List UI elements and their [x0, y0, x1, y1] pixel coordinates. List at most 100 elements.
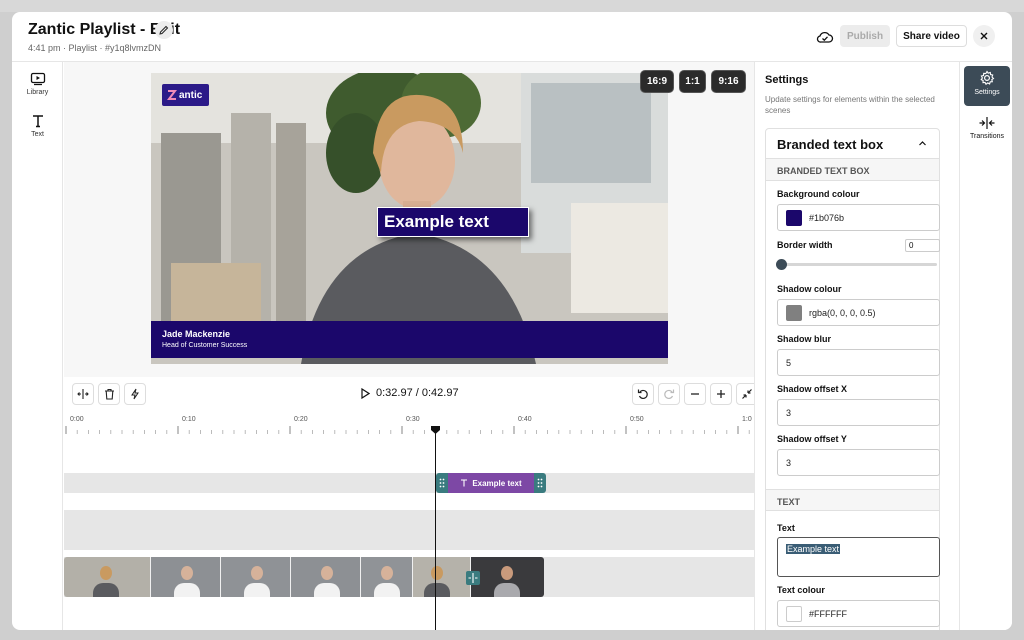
edit-title-button[interactable]: [155, 21, 173, 39]
split-icon: [77, 389, 89, 399]
playhead-line[interactable]: [435, 428, 437, 630]
branded-text-box-section: Branded text box BRANDED TEXT BOX Backgr…: [765, 128, 940, 630]
timeline-tracks: Example text: [64, 444, 754, 630]
video-thumbnail: [413, 557, 471, 597]
border-width-input[interactable]: 0: [905, 239, 940, 252]
library-icon: [30, 72, 45, 86]
redo-button[interactable]: [658, 383, 680, 405]
shadow-offset-y-input[interactable]: 3: [777, 449, 940, 476]
quick-action-button[interactable]: [124, 383, 146, 405]
editor-header: Zantic Playlist - Edit 4:41 pm · Playlis…: [12, 12, 1012, 62]
shadow-colour-label: Shadow colour: [777, 284, 842, 294]
rail-item-library[interactable]: Library: [12, 72, 63, 96]
playhead-handle-icon[interactable]: [431, 426, 441, 434]
background-colour-value: #1b076b: [809, 212, 845, 223]
tick-label: 0:30: [406, 416, 420, 423]
shadow-colour-field[interactable]: rgba(0, 0, 0, 0.5): [777, 299, 940, 326]
section-title: Branded text box: [777, 137, 884, 152]
shadow-blur-label: Shadow blur: [777, 334, 831, 344]
ruler-ticks: [65, 426, 750, 434]
gear-icon: [980, 70, 995, 86]
rail-label-text: Text: [31, 131, 44, 138]
text-textarea[interactable]: Example text: [777, 537, 940, 577]
split-button[interactable]: [72, 383, 94, 405]
text-colour-field[interactable]: #FFFFFF: [777, 600, 940, 627]
slider-thumb[interactable]: [776, 259, 787, 270]
right-rail: Settings Transitions: [959, 62, 1012, 630]
shadow-blur-input[interactable]: 5: [777, 349, 940, 376]
close-icon: [980, 32, 988, 40]
rail-item-transitions[interactable]: Transitions: [964, 112, 1010, 152]
text-colour-label: Text colour: [777, 585, 825, 595]
text-clip-body[interactable]: Example text: [448, 473, 534, 493]
publish-button[interactable]: Publish: [840, 25, 890, 47]
undo-icon: [637, 389, 648, 400]
group-title: BRANDED TEXT BOX: [777, 166, 870, 176]
background-colour-field[interactable]: #1b076b: [777, 204, 940, 231]
redo-icon: [664, 389, 675, 400]
lower-third[interactable]: Jade Mackenzie Head of Customer Success: [151, 321, 668, 358]
ratio-9-16-button[interactable]: 9:16: [711, 70, 746, 93]
lower-third-role: Head of Customer Success: [162, 342, 248, 349]
shadow-offset-y-label: Shadow offset Y: [777, 434, 847, 444]
playback-control: 0:32.97 / 0:42.97: [360, 387, 459, 399]
group-title: TEXT: [777, 497, 801, 507]
pencil-icon: [159, 25, 169, 35]
collapse-icon: [742, 389, 752, 399]
time-readout: 0:32.97 / 0:42.97: [376, 387, 459, 399]
tick-label: 1:0: [742, 416, 752, 423]
transition-marker[interactable]: [466, 571, 480, 585]
colour-swatch[interactable]: [786, 304, 802, 321]
border-width-slider[interactable]: [780, 263, 937, 266]
drag-handle-icon[interactable]: [439, 478, 445, 488]
undo-button[interactable]: [632, 383, 654, 405]
shadow-offset-x-label: Shadow offset X: [777, 384, 848, 394]
trash-icon: [104, 388, 114, 400]
rail-label-settings: Settings: [974, 89, 1000, 96]
playlist-meta: 4:41 pm · Playlist · #y1q8lvmzDN: [28, 43, 162, 53]
colour-swatch[interactable]: [786, 209, 802, 226]
ratio-16-9-button[interactable]: 16:9: [640, 70, 674, 93]
video-thumbnail: [361, 557, 413, 597]
branded-text-box[interactable]: Example text: [377, 207, 529, 237]
text-label: Text: [777, 523, 795, 533]
video-thumbnail: [221, 557, 291, 597]
text-clip[interactable]: Example text: [436, 473, 546, 493]
backdrop: [0, 0, 1024, 12]
colour-swatch[interactable]: [786, 605, 802, 622]
text-track[interactable]: [64, 473, 754, 493]
text-icon: [461, 479, 468, 487]
video-thumbnail: [151, 557, 221, 597]
delete-button[interactable]: [98, 383, 120, 405]
shadow-offset-x-input[interactable]: 3: [777, 399, 940, 426]
ratio-1-1-button[interactable]: 1:1: [679, 70, 706, 93]
settings-description: Update settings for elements within the …: [765, 95, 935, 115]
rail-label-library: Library: [26, 89, 49, 96]
lower-third-name: Jade Mackenzie: [162, 329, 231, 339]
text-colour-value: #FFFFFF: [809, 608, 847, 619]
lightning-icon: [131, 388, 139, 400]
tick-label: 0:10: [182, 416, 196, 423]
minus-icon: [691, 393, 699, 395]
border-width-label: Border width: [777, 240, 833, 250]
video-preview[interactable]: antic Example text Jade Mackenzie Head o…: [151, 73, 668, 364]
zoom-out-button[interactable]: [684, 383, 706, 405]
group-header: BRANDED TEXT BOX: [766, 159, 939, 181]
brand-logo: antic: [162, 84, 209, 106]
video-thumbnail: [64, 557, 151, 597]
play-icon[interactable]: [360, 387, 370, 399]
close-button[interactable]: [973, 25, 995, 47]
text-clip-label: Example text: [472, 478, 522, 488]
share-video-button[interactable]: Share video: [896, 25, 967, 47]
overlay-track[interactable]: [64, 510, 754, 550]
settings-panel: Settings Update settings for elements wi…: [754, 62, 959, 630]
cloud-check-icon: [816, 31, 834, 43]
chevron-up-icon[interactable]: [918, 139, 927, 148]
rail-item-settings[interactable]: Settings: [964, 66, 1010, 106]
section-header[interactable]: Branded text box: [766, 129, 939, 159]
drag-handle-icon[interactable]: [537, 478, 543, 488]
timeline-ruler[interactable]: 0:00 0:10 0:20 0:30 0:40 0:50 1:0: [64, 414, 754, 444]
settings-title: Settings: [765, 74, 809, 86]
zoom-in-button[interactable]: [710, 383, 732, 405]
rail-item-text[interactable]: Text: [12, 114, 63, 138]
